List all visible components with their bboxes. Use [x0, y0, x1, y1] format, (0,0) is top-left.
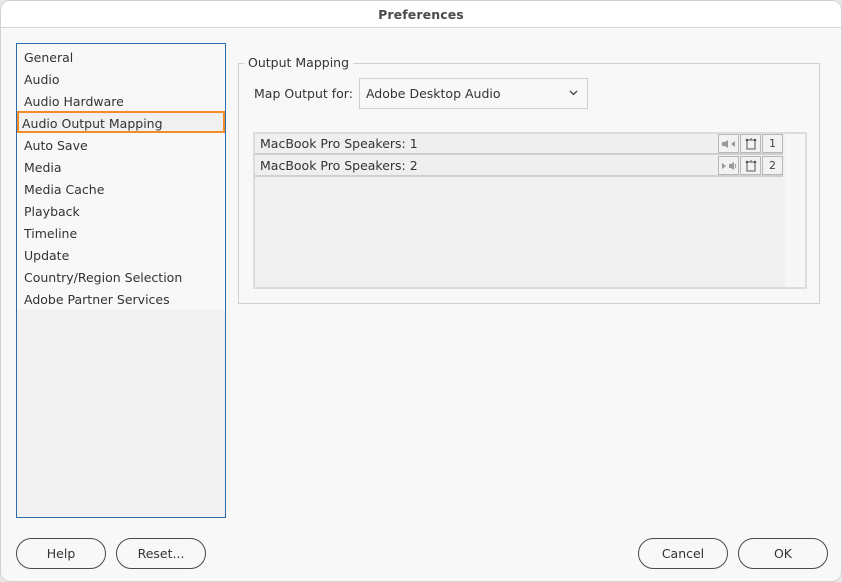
- channel-index: 1: [762, 134, 783, 153]
- cancel-button[interactable]: Cancel: [638, 538, 728, 569]
- channel-row[interactable]: MacBook Pro Speakers: 2 2: [255, 156, 783, 177]
- channel-name: MacBook Pro Speakers: 2: [260, 158, 418, 173]
- sidebar-item-audio-hardware[interactable]: Audio Hardware: [17, 89, 225, 111]
- channel-assign-icon[interactable]: [740, 156, 761, 175]
- channel-index: 2: [762, 156, 783, 175]
- output-mapping-group: Output Mapping Map Output for: Adobe Des…: [238, 55, 820, 304]
- speaker-left-icon[interactable]: [718, 134, 739, 153]
- channel-assign-icon[interactable]: [740, 134, 761, 153]
- sidebar-item-audio[interactable]: Audio: [17, 67, 225, 89]
- help-button[interactable]: Help: [16, 538, 106, 569]
- sidebar-item-country-region-selection[interactable]: Country/Region Selection: [17, 265, 225, 287]
- chevron-down-icon: [569, 90, 578, 98]
- window-title: Preferences: [378, 6, 464, 22]
- sidebar-item-adobe-partner-services[interactable]: Adobe Partner Services: [17, 287, 225, 309]
- speaker-right-icon[interactable]: [718, 156, 739, 175]
- map-output-value: Adobe Desktop Audio: [365, 86, 501, 101]
- channel-mapping-list[interactable]: MacBook Pro Speakers: 1 1 MacBook Pro Sp…: [253, 132, 807, 289]
- preferences-dialog: Preferences General Audio Audio Hardware…: [0, 0, 842, 582]
- sidebar-item-audio-output-mapping[interactable]: Audio Output Mapping: [17, 111, 225, 133]
- sidebar-item-playback[interactable]: Playback: [17, 199, 225, 221]
- channel-name: MacBook Pro Speakers: 1: [260, 136, 418, 151]
- sidebar-item-media-cache[interactable]: Media Cache: [17, 177, 225, 199]
- output-mapping-group-title: Output Mapping: [244, 55, 354, 70]
- sidebar-item-media[interactable]: Media: [17, 155, 225, 177]
- sidebar-item-timeline[interactable]: Timeline: [17, 221, 225, 243]
- map-output-row: Map Output for: Adobe Desktop Audio: [254, 78, 588, 109]
- title-bar: Preferences: [1, 1, 841, 28]
- map-output-label: Map Output for:: [254, 86, 353, 101]
- scrollbar-track[interactable]: [785, 134, 805, 287]
- channel-row[interactable]: MacBook Pro Speakers: 1 1: [255, 134, 783, 155]
- reset-button[interactable]: Reset...: [116, 538, 206, 569]
- ok-button[interactable]: OK: [738, 538, 828, 569]
- map-output-dropdown[interactable]: Adobe Desktop Audio: [358, 78, 588, 109]
- sidebar-item-general[interactable]: General: [17, 45, 225, 67]
- preferences-category-list[interactable]: General Audio Audio Hardware Audio Outpu…: [16, 43, 226, 518]
- sidebar-item-auto-save[interactable]: Auto Save: [17, 133, 225, 155]
- sidebar-item-update[interactable]: Update: [17, 243, 225, 265]
